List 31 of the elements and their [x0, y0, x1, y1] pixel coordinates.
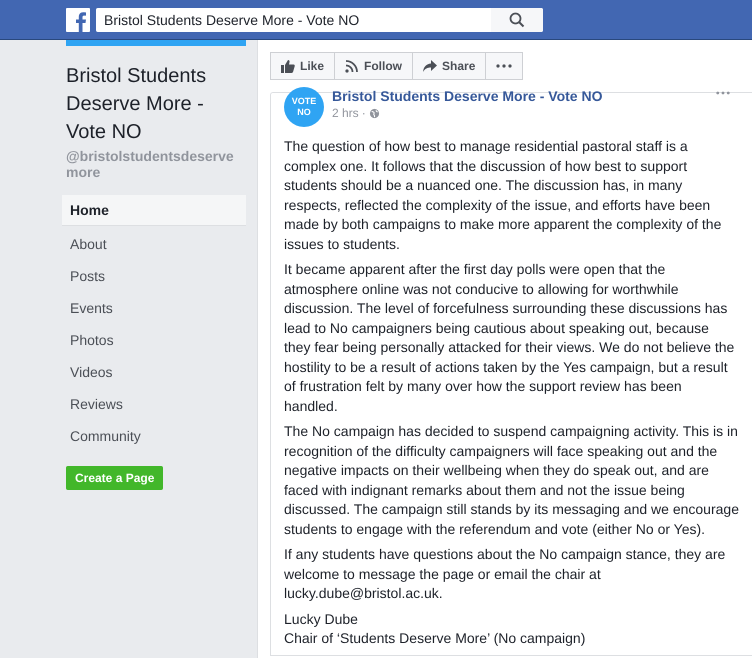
- post-paragraph: Chair of ‘Students Deserve More’ (No campaign): [284, 629, 586, 648]
- post-author[interactable]: Bristol Students Deserve More - Vote NO: [332, 87, 716, 105]
- nav-item[interactable]: About: [62, 228, 246, 260]
- thumbs-up-icon: [281, 59, 295, 73]
- more-options-icon[interactable]: [716, 91, 730, 95]
- nav-item[interactable]: Reviews: [62, 388, 246, 420]
- nav-item[interactable]: Community: [62, 420, 246, 452]
- post-paragraph: The No campaign has decided to suspend campaigning activity. This is in recognition of the difficulty campaigners will face speaking out and the negative impacts on their wellbeing when they do speak out, and are faced with indignant remarks about them and not the issue being discussed. The campaign still stands by its messaging and we encourage students to engage with the referendum and vote (either No or Yes).: [284, 422, 739, 539]
- post-paragraph: It became apparent after the first day polls were open that the atmosphere online was not conducive to allowing for worthwhile discussion. The level of forcefulness surrounding these discussions has lead to No campaigners being cautious about speaking out, because they fear being personally attacked for their views. We do not believe the hostility to be a result of actions taken by the Yes campaign, but a result of frustration felt by many over how the support review has been handled.: [284, 260, 736, 416]
- post-paragraph: Lucky Dube: [284, 610, 359, 629]
- separator-dot: ·: [362, 106, 366, 120]
- search-button[interactable]: [491, 8, 543, 32]
- share-button[interactable]: Share: [412, 52, 486, 80]
- search-icon: [509, 12, 525, 28]
- post-paragraph: If any students have questions about the No campaign stance, they are welcome to message the page or email the chair at lucky.dube@bristol.ac.uk.: [284, 545, 726, 603]
- nav-item[interactable]: Events: [62, 292, 246, 324]
- search-field[interactable]: Bristol Students Deserve More - Vote NO: [96, 8, 543, 32]
- globe-icon[interactable]: [368, 108, 380, 118]
- share-arrow-icon: [423, 59, 438, 73]
- post-paragraph: The question of how best to manage residential pastoral staff is a complex one. It follows that the discussion of how best to support students should be a nuanced one. The discussion has, in many respects, reflected the complexity of the issue, and efforts have been made by both campaigns to make more apparent the complexity of the issues to students.: [284, 137, 722, 254]
- more-button[interactable]: [485, 52, 524, 80]
- rss-icon: [345, 59, 360, 73]
- page-title: Bristol Students Deserve More - Vote NO: [66, 64, 208, 145]
- more-icon: [496, 64, 512, 68]
- nav-item[interactable]: Home: [62, 195, 246, 226]
- follow-button[interactable]: Follow: [334, 52, 414, 80]
- like-button[interactable]: Like: [270, 52, 336, 80]
- nav-item[interactable]: Photos: [62, 324, 246, 356]
- nav-item[interactable]: Videos: [62, 356, 246, 388]
- facebook-logo-icon[interactable]: [66, 8, 90, 32]
- nav-item[interactable]: Posts: [62, 260, 246, 292]
